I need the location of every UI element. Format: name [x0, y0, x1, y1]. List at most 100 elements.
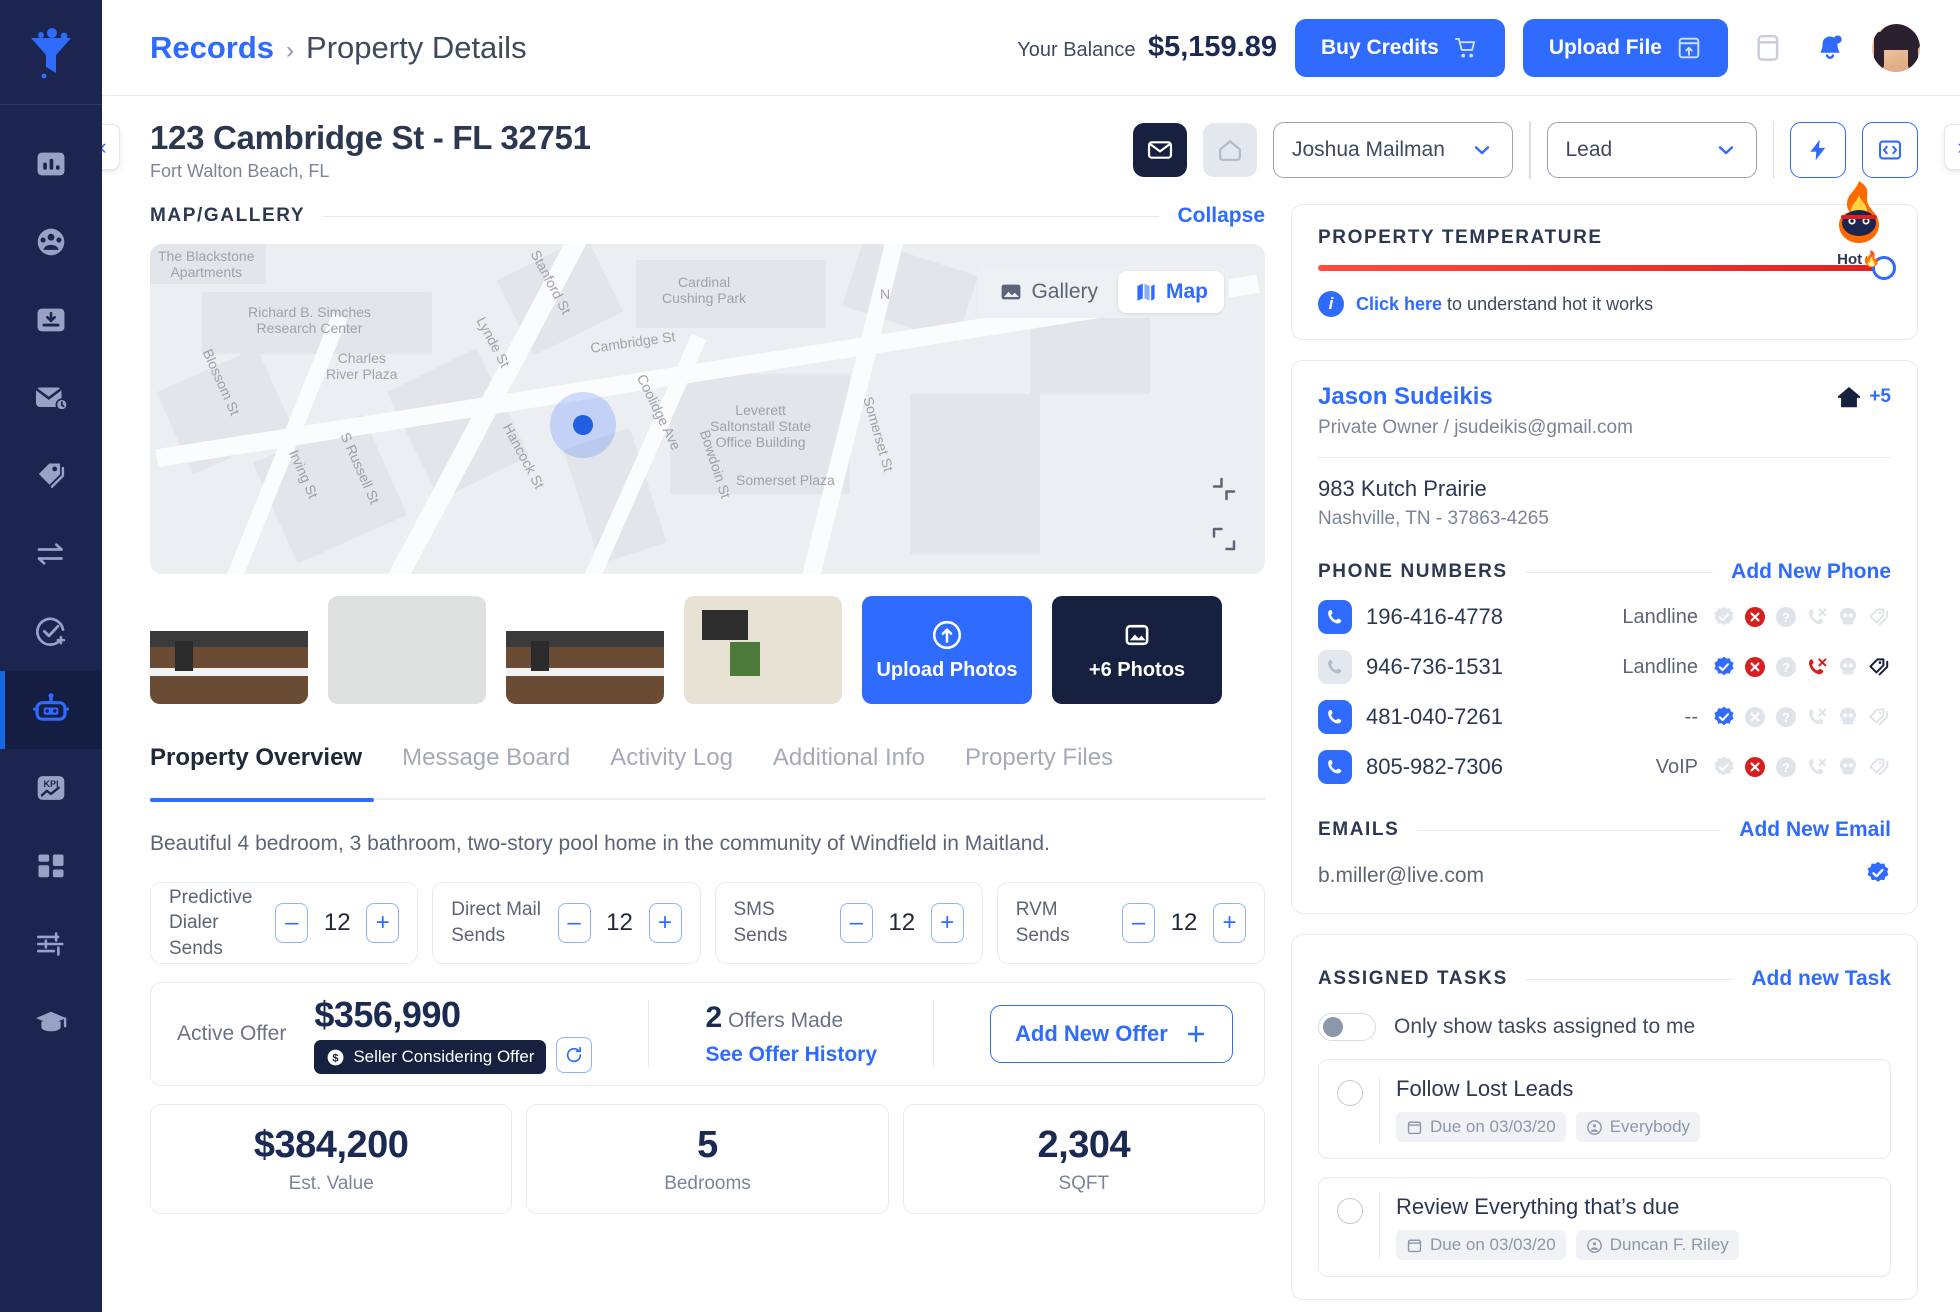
- rejected-icon[interactable]: [1743, 755, 1767, 779]
- funnel-logo-icon: [23, 24, 79, 80]
- calendar-button[interactable]: [1746, 24, 1790, 72]
- upload-photos-button[interactable]: Upload Photos: [862, 596, 1032, 704]
- sidebar-item-settings[interactable]: [0, 905, 102, 983]
- stepper-decrement[interactable]: –: [840, 903, 873, 943]
- add-new-email-link[interactable]: Add New Email: [1739, 818, 1891, 842]
- task-complete-radio[interactable]: [1337, 1198, 1363, 1224]
- map-label: The Blackstone Apartments: [158, 248, 255, 280]
- sidebar-item-tags[interactable]: [0, 437, 102, 515]
- tag-icon[interactable]: [1867, 705, 1891, 729]
- map-view[interactable]: Gallery Map: [150, 244, 1265, 574]
- map-zoom-in-button[interactable]: [1205, 520, 1243, 558]
- sidebar-item-dashboard[interactable]: [0, 827, 102, 905]
- breadcrumb-records[interactable]: Records: [150, 30, 274, 66]
- stepper-decrement[interactable]: –: [558, 903, 591, 943]
- dead-number-icon[interactable]: [1836, 755, 1860, 779]
- do-not-call-icon[interactable]: [1805, 655, 1829, 679]
- quick-action-button[interactable]: [1790, 122, 1846, 178]
- collapse-link[interactable]: Collapse: [1177, 204, 1265, 228]
- tab-additional-info[interactable]: Additional Info: [773, 744, 925, 798]
- tag-icon[interactable]: [1867, 605, 1891, 629]
- unknown-icon[interactable]: ?: [1774, 755, 1798, 779]
- call-button[interactable]: [1318, 650, 1352, 684]
- sidebar-item-analytics[interactable]: [0, 125, 102, 203]
- owner-properties-count[interactable]: +5: [1835, 383, 1891, 411]
- sidebar-item-inbox[interactable]: [0, 281, 102, 359]
- rejected-icon[interactable]: [1743, 605, 1767, 629]
- dead-number-icon[interactable]: [1836, 655, 1860, 679]
- stepper-decrement[interactable]: –: [1122, 903, 1155, 943]
- bar-chart-icon: [34, 147, 68, 181]
- home-info-button[interactable]: [1203, 123, 1257, 177]
- call-button[interactable]: [1318, 750, 1352, 784]
- sidebar-item-tasks[interactable]: [0, 593, 102, 671]
- sidebar-item-mail[interactable]: [0, 359, 102, 437]
- gallery-thumb[interactable]: [506, 596, 664, 704]
- only-my-tasks-toggle[interactable]: [1318, 1013, 1376, 1041]
- gallery-toggle-button[interactable]: Gallery: [983, 271, 1114, 313]
- map-toggle-button[interactable]: Map: [1118, 271, 1224, 313]
- dead-number-icon[interactable]: [1836, 605, 1860, 629]
- tag-icon[interactable]: [1867, 655, 1891, 679]
- avatar[interactable]: [1870, 22, 1922, 74]
- map-zoom-out-button[interactable]: [1205, 470, 1243, 508]
- verified-badge-icon[interactable]: [1712, 605, 1736, 629]
- photos-stack-icon: [1121, 619, 1153, 651]
- unknown-icon[interactable]: ?: [1774, 605, 1798, 629]
- tab-activity-log[interactable]: Activity Log: [610, 744, 733, 798]
- verified-badge-icon[interactable]: [1712, 705, 1736, 729]
- verified-badge-icon[interactable]: [1712, 755, 1736, 779]
- refresh-offer-button[interactable]: [556, 1037, 592, 1073]
- do-not-call-icon[interactable]: [1805, 705, 1829, 729]
- stepper-increment[interactable]: +: [649, 903, 682, 943]
- rejected-icon[interactable]: [1743, 655, 1767, 679]
- stepper-increment[interactable]: +: [1213, 903, 1246, 943]
- sidebar-item-automation[interactable]: [0, 671, 102, 749]
- gallery-thumb[interactable]: [684, 596, 842, 704]
- do-not-call-icon[interactable]: [1805, 755, 1829, 779]
- task-due-label: Due on 03/03/20: [1430, 1235, 1556, 1255]
- gallery-thumb[interactable]: [328, 596, 486, 704]
- unknown-icon[interactable]: ?: [1774, 655, 1798, 679]
- add-new-task-link[interactable]: Add new Task: [1751, 967, 1891, 991]
- status-select[interactable]: Lead: [1547, 122, 1757, 178]
- temperature-help-link[interactable]: Click here: [1356, 294, 1442, 314]
- temperature-slider[interactable]: [1318, 265, 1891, 271]
- more-photos-button[interactable]: +6 Photos: [1052, 596, 1222, 704]
- call-button[interactable]: [1318, 600, 1352, 634]
- unknown-icon[interactable]: ?: [1774, 705, 1798, 729]
- embed-code-button[interactable]: [1862, 122, 1918, 178]
- rejected-icon[interactable]: [1743, 705, 1767, 729]
- next-record-button[interactable]: ›: [1944, 124, 1960, 170]
- tab-property-overview[interactable]: Property Overview: [150, 744, 362, 798]
- sidebar-item-transfers[interactable]: [0, 515, 102, 593]
- upload-file-button[interactable]: Upload File: [1523, 19, 1728, 77]
- email-property-button[interactable]: [1133, 123, 1187, 177]
- offers-made-label: Offers Made: [728, 1009, 843, 1032]
- buy-credits-button[interactable]: Buy Credits: [1295, 19, 1505, 77]
- add-new-offer-button[interactable]: Add New Offer: [990, 1005, 1233, 1063]
- task-complete-radio[interactable]: [1337, 1080, 1363, 1106]
- stepper-increment[interactable]: +: [931, 903, 964, 943]
- app-logo[interactable]: [0, 0, 102, 105]
- offer-history-link[interactable]: See Offer History: [705, 1043, 877, 1067]
- stepper-decrement[interactable]: –: [275, 903, 308, 943]
- sidebar-item-contacts[interactable]: [0, 203, 102, 281]
- verified-badge-icon[interactable]: [1712, 655, 1736, 679]
- dead-number-icon[interactable]: [1836, 705, 1860, 729]
- agent-select[interactable]: Joshua Mailman: [1273, 122, 1513, 178]
- do-not-call-icon[interactable]: [1805, 605, 1829, 629]
- tab-message-board[interactable]: Message Board: [402, 744, 570, 798]
- sidebar-item-kpi[interactable]: KPI: [0, 749, 102, 827]
- tag-icon[interactable]: [1867, 755, 1891, 779]
- notifications-button[interactable]: [1808, 24, 1852, 72]
- task-item[interactable]: Review Everything that’s dueDue on 03/03…: [1318, 1177, 1891, 1277]
- tab-property-files[interactable]: Property Files: [965, 744, 1113, 798]
- add-new-phone-link[interactable]: Add New Phone: [1731, 560, 1891, 584]
- gallery-thumb[interactable]: [150, 596, 308, 704]
- call-button[interactable]: [1318, 700, 1352, 734]
- sidebar-item-learning[interactable]: [0, 983, 102, 1061]
- stepper-increment[interactable]: +: [366, 903, 399, 943]
- owner-name[interactable]: Jason Sudeikis: [1318, 383, 1633, 411]
- task-item[interactable]: Follow Lost LeadsDue on 03/03/20Everybod…: [1318, 1059, 1891, 1159]
